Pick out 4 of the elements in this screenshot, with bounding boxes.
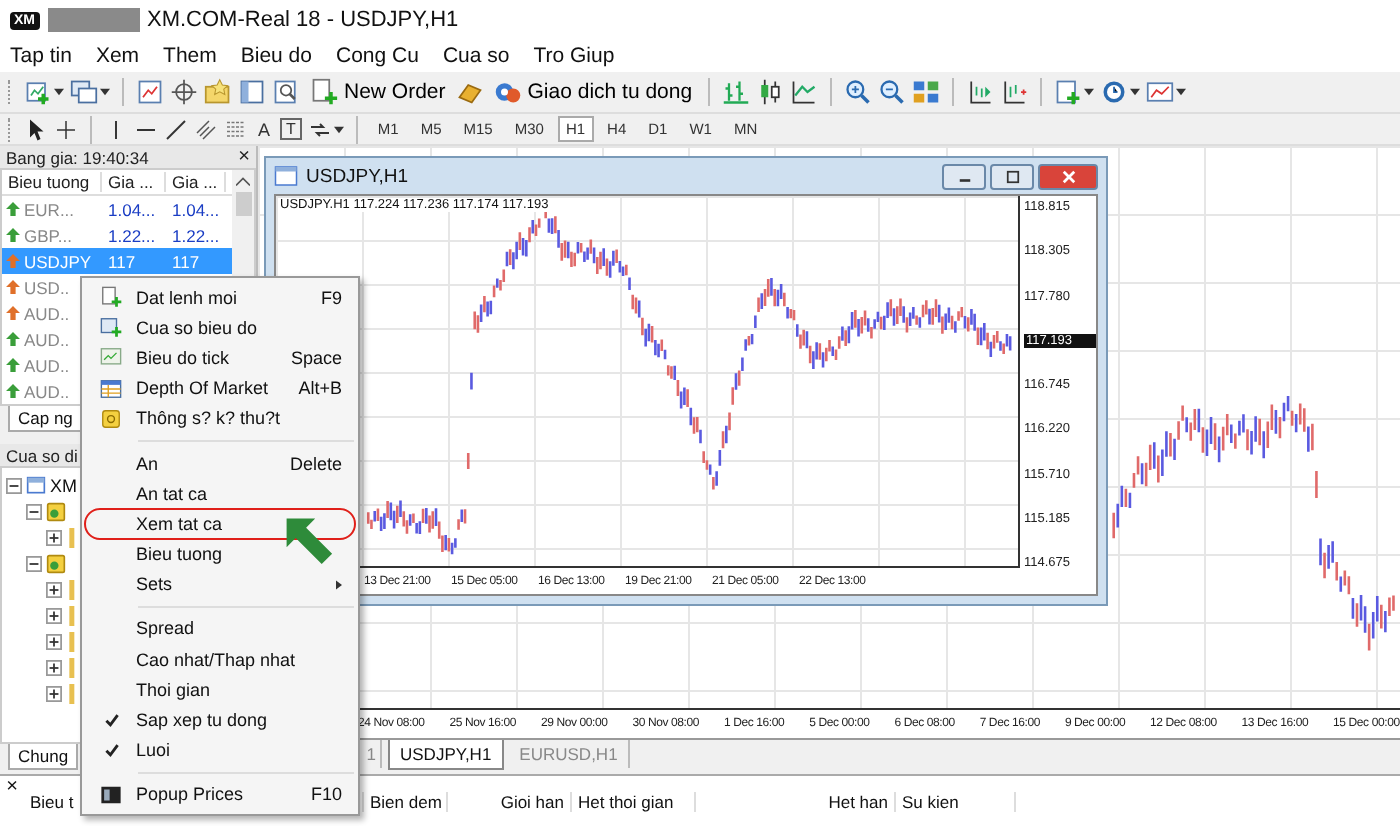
panel-title: Bang gia: 19:40:34 [6, 147, 149, 167]
panel-title: Cua so di [6, 445, 78, 465]
window-title: USDJPY,H1 [306, 165, 409, 187]
window-title: XM.COM-Real 18 - USDJPY,H1 [147, 8, 459, 32]
